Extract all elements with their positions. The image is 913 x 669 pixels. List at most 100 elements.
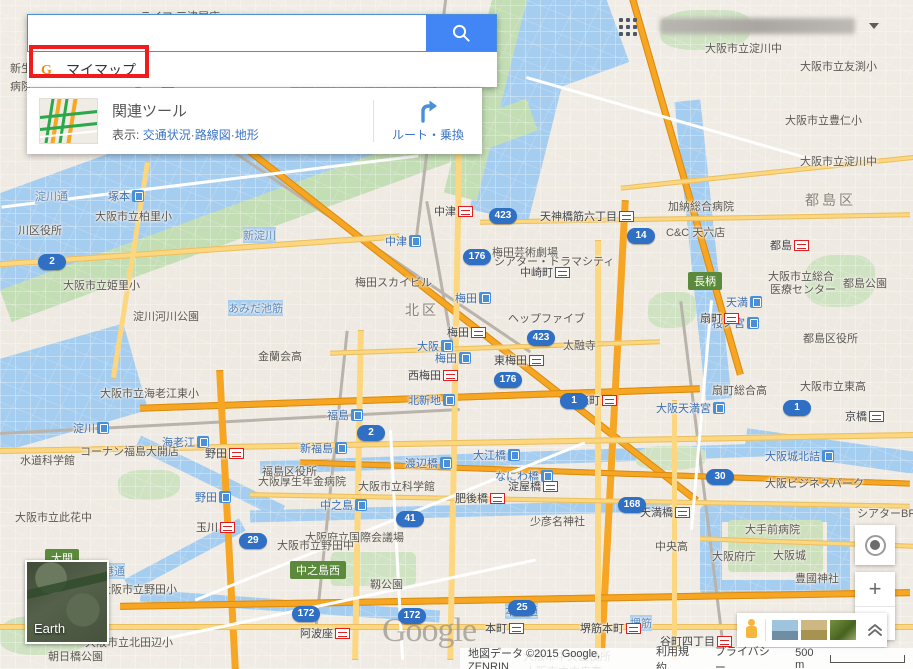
map-place-label[interactable]: 大阪市立野田中 — [277, 537, 354, 553]
map-place-label[interactable]: ヘップファイブ — [508, 310, 585, 326]
map-place-label[interactable]: 福島区役所 — [262, 463, 317, 479]
map-place-label[interactable]: 都島公園 — [843, 275, 887, 291]
map-place-label[interactable]: 少彦名神社 — [530, 513, 585, 529]
rail-station-icon — [132, 190, 144, 202]
photo-thumbnail-1[interactable] — [772, 620, 799, 640]
route-shield: 29 — [239, 533, 267, 549]
subway-station-icon — [869, 410, 884, 422]
expand-panel-button[interactable] — [862, 623, 887, 637]
map-station-subway[interactable]: 天満橋 — [640, 504, 690, 520]
subway-station-icon — [794, 239, 809, 251]
search-button[interactable] — [426, 15, 496, 51]
map-station-subway[interactable]: 天神橋筋六丁目 — [540, 208, 634, 224]
map-station-subway[interactable]: 淀屋橋 — [508, 478, 558, 494]
search-input[interactable] — [28, 15, 426, 51]
map-water-label: あみだ池筋 — [228, 300, 283, 316]
map-place-label[interactable]: 朝日橋公園 — [48, 648, 103, 664]
photo-thumbnail-3[interactable] — [830, 620, 857, 640]
map-place-label[interactable]: 扇町総合高 — [712, 382, 767, 398]
map-station-rail[interactable]: 梅田 — [435, 350, 471, 366]
apps-grid-icon[interactable] — [619, 18, 641, 40]
map-station-subway[interactable]: 野田 — [205, 445, 244, 461]
map-place-label[interactable]: 大阪市立柏里小 — [95, 208, 172, 224]
rail-station-icon — [750, 296, 762, 308]
map-place-label[interactable]: 大手前病院 — [745, 521, 800, 537]
map-place-label[interactable]: 大阪市立東高 — [800, 378, 866, 394]
chevron-double-up-icon — [867, 624, 882, 636]
search-suggestion-mymaps[interactable]: G マイマップ — [27, 52, 497, 87]
map-station-rail[interactable]: 塚本 — [108, 188, 144, 204]
map-station-subway[interactable]: 京橋 — [845, 408, 884, 424]
map-station-rail[interactable]: 渡辺橋 — [405, 455, 452, 471]
map-place-label[interactable]: 川区役所 — [18, 222, 62, 238]
map-place-label[interactable]: 加納総合病院 — [668, 198, 734, 214]
map-place-label[interactable]: 大阪市立姫里小 — [63, 277, 140, 293]
map-station-subway[interactable]: 梅田 — [447, 324, 486, 340]
map-station-rail[interactable]: 海老江 — [162, 434, 209, 450]
map-station-subway[interactable]: 堺筋本町 — [580, 620, 641, 636]
map-place-label[interactable]: 大阪府庁 — [712, 548, 756, 564]
map-place-label[interactable]: 梅田スカイビル — [355, 274, 432, 290]
map-station-subway[interactable]: 肥後橋 — [455, 490, 505, 506]
map-station-rail[interactable]: 野田 — [195, 489, 231, 505]
map-place-label[interactable]: 大阪市立科学館 — [358, 478, 435, 494]
zoom-in-button[interactable]: + — [855, 572, 895, 607]
pegman-button[interactable] — [737, 619, 765, 641]
map-place-label[interactable]: 大阪市立海老江東小 — [100, 385, 199, 401]
chevron-down-icon[interactable] — [869, 23, 879, 29]
route-shield: 1 — [560, 393, 588, 409]
photo-thumbnail-2[interactable] — [801, 620, 828, 640]
map-place-label[interactable]: 大阪市立豊仁小 — [785, 112, 862, 128]
map-station-rail[interactable]: 淀川 — [73, 420, 109, 436]
map-place-label[interactable]: 大阪市立此花中 — [15, 509, 92, 525]
earth-view-toggle[interactable]: Earth — [25, 560, 109, 644]
map-station-rail[interactable]: 福島 — [327, 407, 363, 423]
map-station-subway[interactable]: 都島 — [770, 237, 809, 253]
map-place-label[interactable]: 豊國神社 — [795, 570, 839, 586]
map-station-subway[interactable]: 中津 — [434, 203, 473, 219]
map-place-label[interactable]: C&C 天六店 — [666, 224, 725, 240]
map-station-rail[interactable]: 天満 — [726, 294, 762, 310]
map-station-rail[interactable]: 北新地 — [408, 392, 455, 408]
privacy-link[interactable]: プライバシー — [715, 643, 779, 669]
map-station-subway[interactable]: 西梅田 — [408, 367, 458, 383]
map-place-label[interactable]: 医療センター — [770, 281, 836, 297]
map-station-rail[interactable]: 大阪城北詰 — [765, 448, 834, 464]
map-station-subway[interactable]: 玉川 — [196, 519, 235, 535]
map-place-label[interactable]: 大阪市立野田小 — [100, 581, 177, 597]
map-station-rail[interactable]: 大阪天満宮 — [656, 400, 725, 416]
map-station-subway[interactable]: 東梅田 — [494, 352, 544, 368]
my-location-button[interactable] — [855, 525, 895, 565]
link-traffic[interactable]: 交通状況 — [143, 128, 191, 142]
account-name-redacted[interactable] — [660, 18, 855, 34]
map-station-subway[interactable]: 阿波座 — [300, 625, 350, 641]
map-place-label[interactable]: 大阪市立淀川中 — [705, 40, 782, 56]
map-station-subway[interactable]: 中崎町 — [520, 264, 570, 280]
map-place-label[interactable]: 淀川河川公園 — [133, 308, 199, 324]
map-place-label[interactable]: 都島区役所 — [803, 330, 858, 346]
map-place-label[interactable]: 太融寺 — [563, 337, 596, 353]
route-shield: 2 — [38, 254, 66, 270]
related-tools-card: 関連ツール 表示: 交通状況·路線図·地形 ルート・乗換 — [27, 88, 482, 154]
terms-link[interactable]: 利用規約 — [656, 643, 699, 669]
map-station-subway[interactable]: 扇町 — [700, 310, 739, 326]
map-place-label[interactable]: 大阪市立淀川中 — [800, 153, 877, 169]
map-place-label[interactable]: 金蘭会高 — [258, 348, 302, 364]
map-station-rail[interactable]: 大江橋 — [473, 447, 520, 463]
map-place-label[interactable]: 大阪城 — [773, 547, 806, 563]
map-station-rail[interactable]: 中之島 — [320, 497, 367, 513]
map-station-rail[interactable]: 中津 — [385, 233, 421, 249]
link-transit[interactable]: 路線図 — [195, 128, 231, 142]
map-place-label[interactable]: 大阪市立友渕小 — [800, 58, 877, 74]
map-station-rail[interactable]: 新福島 — [300, 440, 347, 456]
map-place-label[interactable]: シアターBRAVA — [857, 505, 913, 521]
map-station-rail[interactable]: 梅田 — [455, 290, 491, 306]
map-place-label[interactable]: 水道科学館 — [20, 452, 75, 468]
map-place-label[interactable]: 靱公園 — [370, 576, 403, 592]
map-station-subway[interactable]: 本町 — [485, 620, 524, 636]
map-place-label[interactable]: 大阪ビジネスパーク — [765, 475, 864, 491]
link-terrain[interactable]: 地形 — [235, 128, 259, 142]
map-area-badge: 中之島西 — [290, 561, 346, 579]
directions-button[interactable]: ルート・乗換 — [374, 99, 482, 143]
map-place-label[interactable]: 中央高 — [655, 538, 688, 554]
